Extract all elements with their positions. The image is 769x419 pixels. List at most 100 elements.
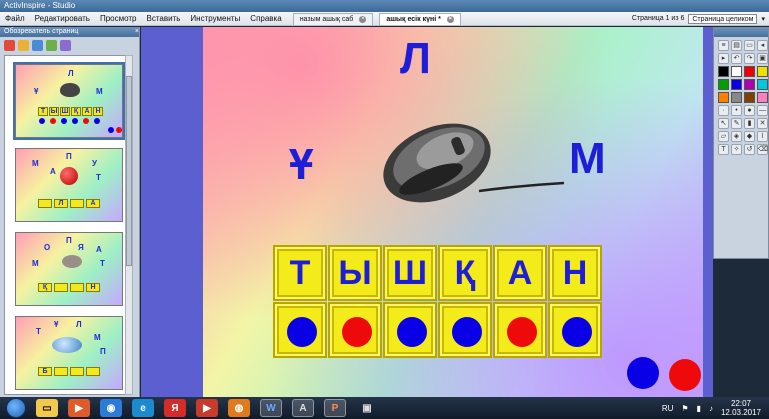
tab-document-1[interactable]: назым ашық саб ×	[292, 12, 374, 25]
letter-tile-4[interactable]: Қ	[438, 245, 492, 301]
color-swatch-orange[interactable]	[718, 92, 729, 103]
flipchart-page[interactable]: Л Ұ М Т Ы Ш Қ А Н	[203, 27, 703, 397]
letter-tile-5[interactable]: А	[493, 245, 547, 301]
pages-icon[interactable]: ▤	[731, 40, 742, 51]
pages-icon[interactable]	[4, 39, 15, 51]
sound-tile-4[interactable]	[438, 302, 492, 358]
sound-dot[interactable]	[562, 317, 592, 347]
letter-tile-2[interactable]: Ы	[328, 245, 382, 301]
sound-dot[interactable]	[452, 317, 482, 347]
powerpoint-icon[interactable]: P	[324, 399, 346, 417]
activinspire-icon[interactable]: A	[292, 399, 314, 417]
volume-icon[interactable]: ♪	[709, 404, 713, 413]
menu-icon[interactable]: ≡	[718, 40, 729, 51]
letter-top[interactable]: Л	[400, 37, 431, 81]
desktop-icon[interactable]: ▣	[757, 53, 768, 64]
close-icon[interactable]: ×	[446, 15, 454, 23]
menu-file[interactable]: Файл	[0, 14, 30, 23]
undo-icon[interactable]: ↶	[731, 53, 742, 64]
color-swatch-purple[interactable]	[744, 79, 755, 90]
flag-icon[interactable]: ⚑	[681, 404, 688, 413]
page-thumbnail-1[interactable]: Л Ұ М Т Ы Ш Қ А Н	[13, 62, 125, 140]
color-swatch-yellow[interactable]	[757, 66, 768, 77]
color-swatch-cyan[interactable]	[757, 79, 768, 90]
window-icon[interactable]: ▣	[356, 399, 378, 417]
chrome-icon[interactable]: ◉	[100, 399, 122, 417]
sound-tile-5[interactable]	[493, 302, 547, 358]
pen-width-large-icon[interactable]: ●	[744, 105, 755, 116]
sound-tile-1[interactable]	[273, 302, 327, 358]
tab-document-2[interactable]: ашық есік күні * ×	[379, 12, 461, 25]
letter-tile-3[interactable]: Ш	[383, 245, 437, 301]
sound-tile-3[interactable]	[383, 302, 437, 358]
word-icon[interactable]: W	[260, 399, 282, 417]
color-swatch-gray[interactable]	[731, 92, 742, 103]
start-button[interactable]	[6, 398, 26, 418]
sound-tile-6[interactable]	[548, 302, 602, 358]
fill-icon[interactable]: ◈	[731, 131, 742, 142]
clock[interactable]: 22:07 12.03.2017	[721, 399, 761, 417]
video-player-icon[interactable]: ▶	[196, 399, 218, 417]
actions-icon[interactable]	[60, 39, 71, 51]
media-player-icon[interactable]: ▶	[68, 399, 90, 417]
next-page-icon[interactable]: ▸	[718, 53, 729, 64]
restore-icon[interactable]: ↺	[744, 144, 755, 155]
network-icon[interactable]: ▮	[697, 404, 701, 413]
letter-tile-1[interactable]: Т	[273, 245, 327, 301]
properties-icon[interactable]	[46, 39, 57, 51]
zoom-select[interactable]: Страница целиком	[688, 13, 758, 24]
sound-dot[interactable]	[287, 317, 317, 347]
select-icon[interactable]: ↖	[718, 118, 729, 129]
scrollbar-thumb[interactable]	[126, 76, 132, 266]
sound-dot[interactable]	[342, 317, 372, 347]
firefox-icon[interactable]: ◍	[228, 399, 250, 417]
shape-icon[interactable]: ◆	[744, 131, 755, 142]
internet-explorer-icon[interactable]: e	[132, 399, 154, 417]
clear-icon[interactable]: ⌫	[757, 144, 768, 155]
sound-tile-2[interactable]	[328, 302, 382, 358]
prev-page-icon[interactable]: ◂	[757, 40, 768, 51]
language-indicator[interactable]: RU	[662, 404, 674, 413]
sound-dot[interactable]	[397, 317, 427, 347]
color-swatch-blue[interactable]	[731, 79, 742, 90]
eraser-icon[interactable]: ▱	[718, 131, 729, 142]
close-icon[interactable]: ×	[359, 15, 367, 23]
yandex-icon[interactable]: Я	[164, 399, 186, 417]
legend-red-dot[interactable]	[669, 359, 701, 391]
color-swatch-red[interactable]	[744, 66, 755, 77]
computer-mouse-image[interactable]	[379, 113, 579, 223]
text-icon[interactable]: T	[718, 144, 729, 155]
color-swatch-black[interactable]	[718, 66, 729, 77]
pen-icon[interactable]: ✎	[731, 118, 742, 129]
file-explorer-icon[interactable]: ▭	[36, 399, 58, 417]
resources-icon[interactable]	[18, 39, 29, 51]
letter-tile-6[interactable]: Н	[548, 245, 602, 301]
highlighter-icon[interactable]: ▮	[744, 118, 755, 129]
color-swatch-brown[interactable]	[744, 92, 755, 103]
page-thumbnail-3[interactable]: П О Я М А Т Қ Н	[15, 232, 123, 306]
page-browser-scrollbar[interactable]	[125, 55, 133, 395]
chevron-down-icon[interactable]: ▾	[761, 15, 765, 23]
redo-icon[interactable]: ↷	[744, 53, 755, 64]
menu-insert[interactable]: Вставить	[141, 14, 185, 23]
notes-icon[interactable]: ▭	[744, 40, 755, 51]
legend-blue-dot[interactable]	[627, 357, 659, 389]
notes-icon[interactable]	[32, 39, 43, 51]
page-thumbnail-4[interactable]: Ұ Т Л М П Б	[15, 316, 123, 390]
menu-edit[interactable]: Редактировать	[30, 14, 95, 23]
color-swatch-green[interactable]	[718, 79, 729, 90]
color-swatch-pink[interactable]	[757, 92, 768, 103]
color-swatch-white[interactable]	[731, 66, 742, 77]
menu-tools[interactable]: Инструменты	[185, 14, 245, 23]
connector-icon[interactable]: ⌇	[757, 131, 768, 142]
close-icon[interactable]: ×	[135, 27, 139, 37]
pen-width-small-icon[interactable]: ·	[718, 105, 729, 116]
slider-icon[interactable]: —	[757, 105, 768, 116]
magic-ink-icon[interactable]: ✧	[731, 144, 742, 155]
delete-icon[interactable]: ✕	[757, 118, 768, 129]
letter-left[interactable]: Ұ	[289, 143, 313, 187]
page-thumbnail-2[interactable]: П М А У Т Л А	[15, 148, 123, 222]
menu-help[interactable]: Справка	[245, 14, 286, 23]
menu-view[interactable]: Просмотр	[95, 14, 142, 23]
sound-dot[interactable]	[507, 317, 537, 347]
